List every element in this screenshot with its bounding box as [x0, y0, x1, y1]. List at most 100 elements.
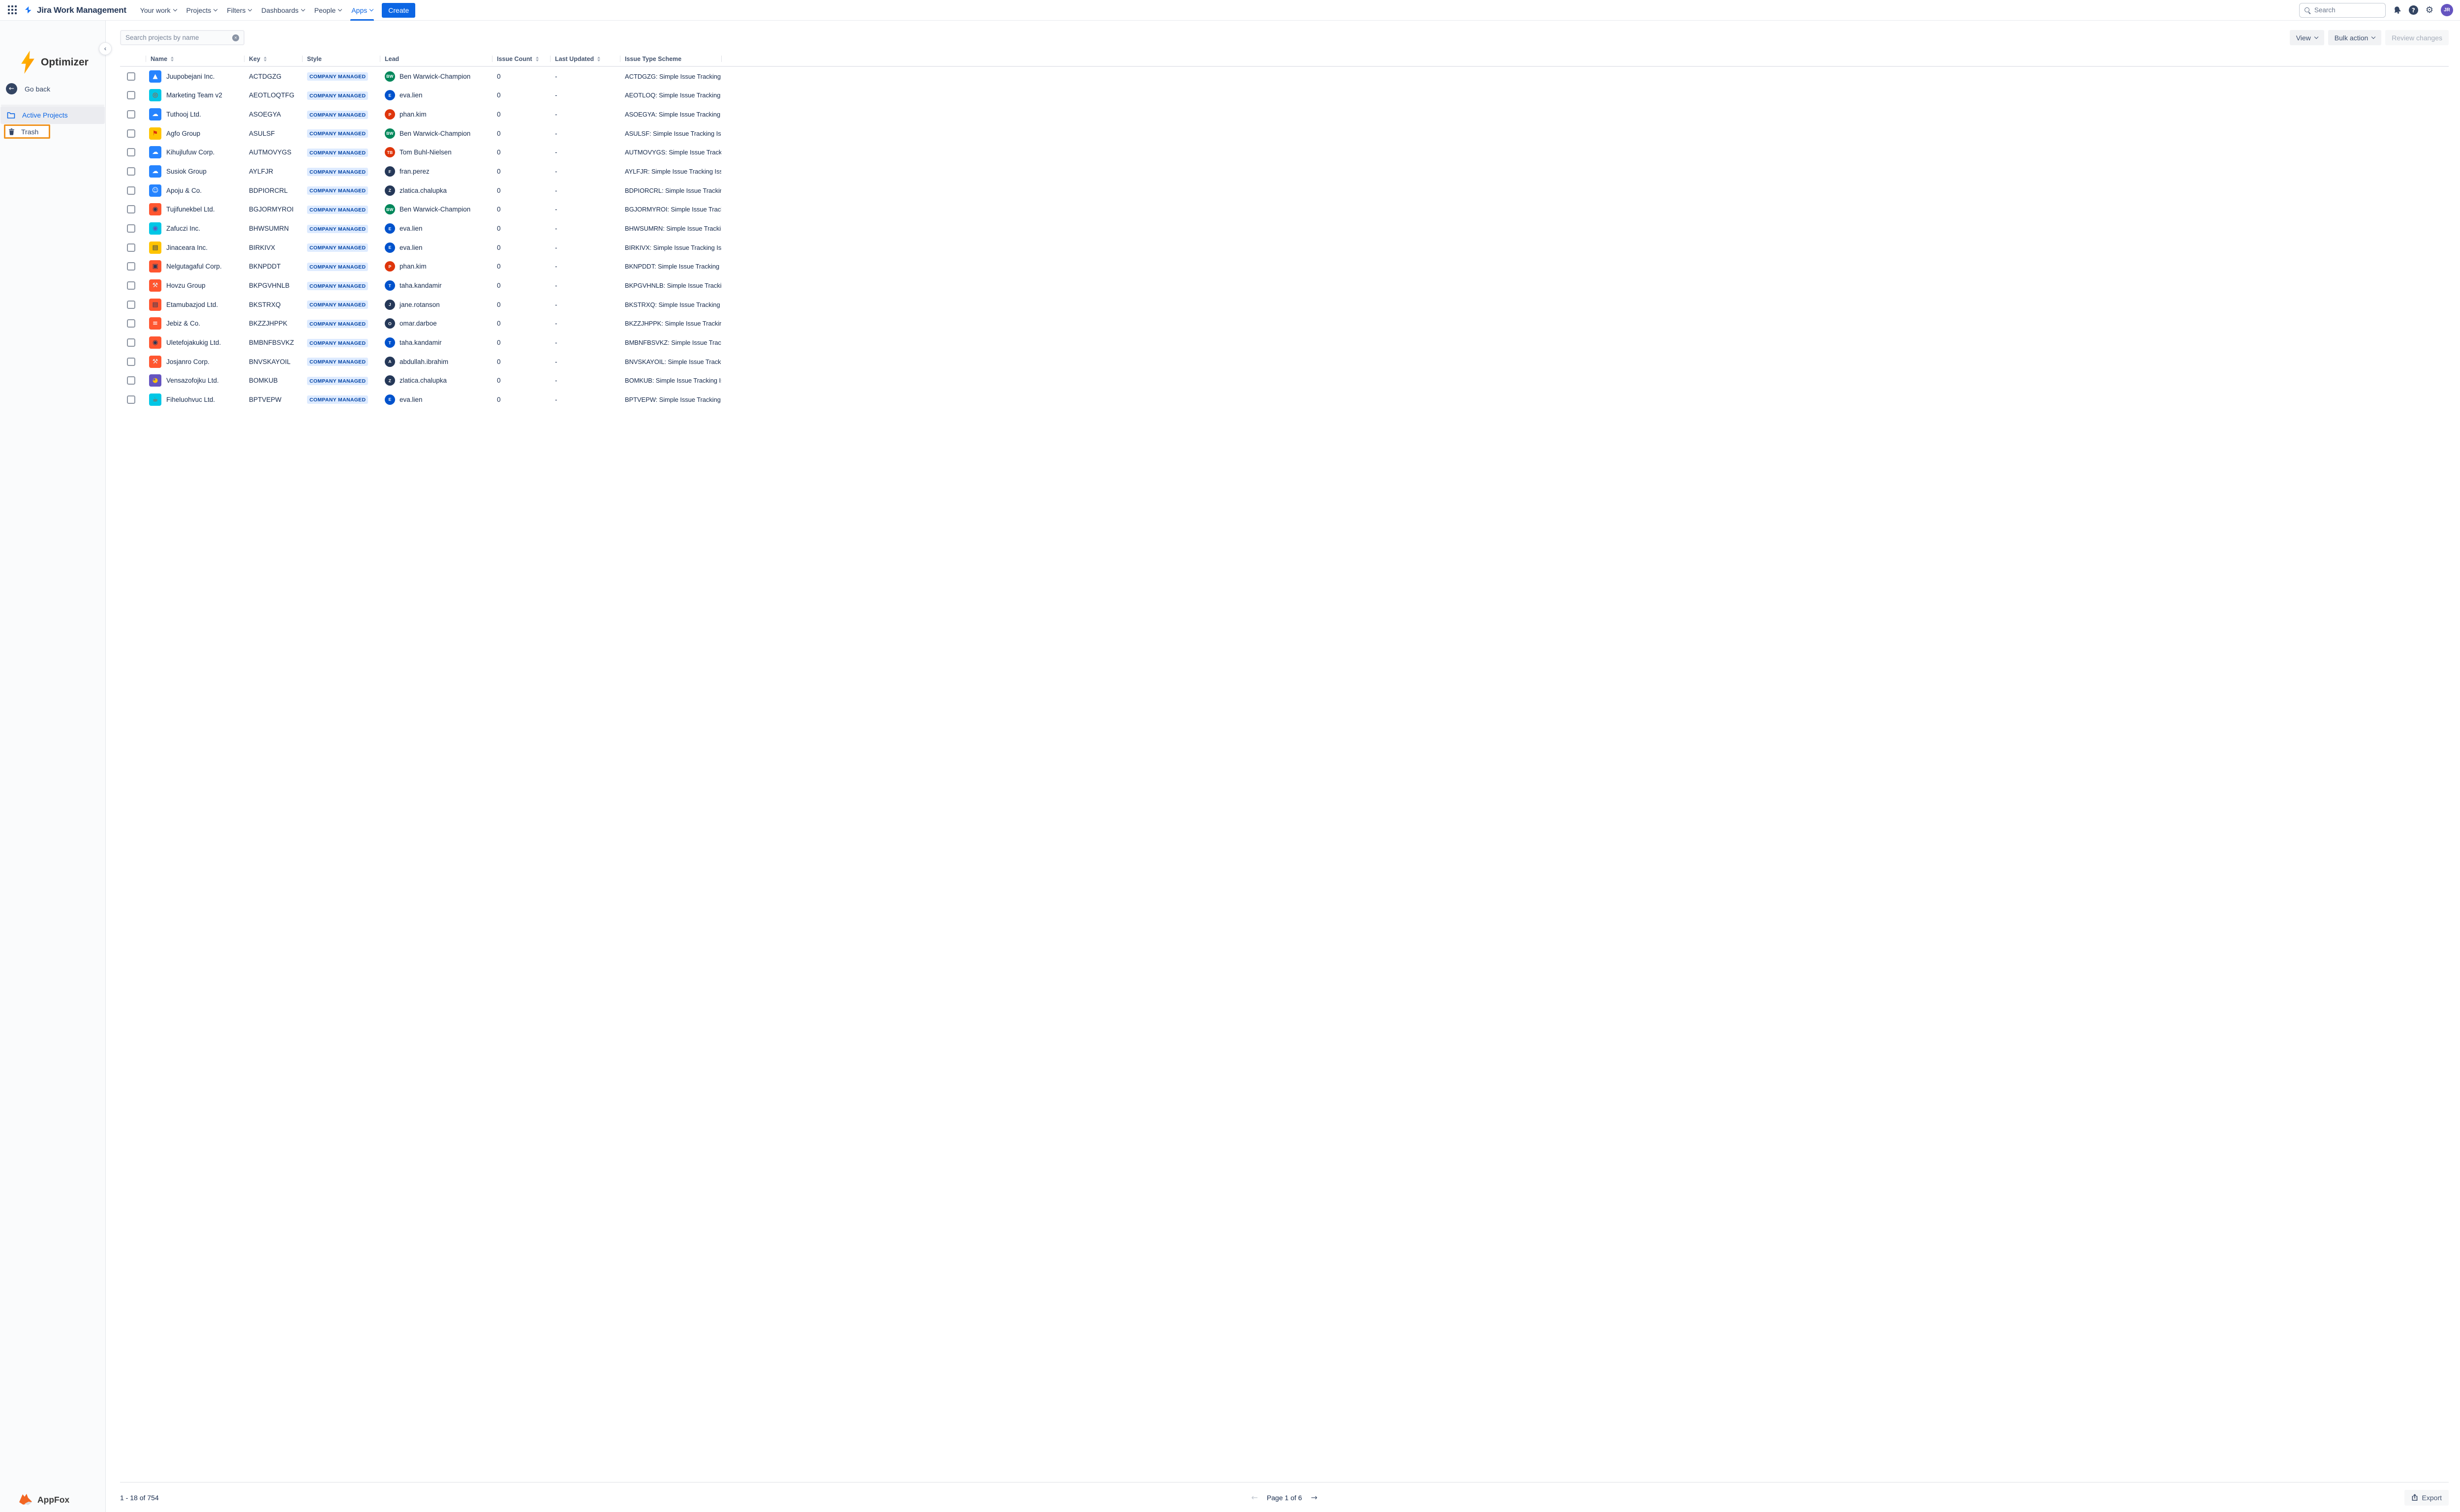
project-name[interactable]: Apoju & Co.	[166, 187, 202, 194]
nav-apps[interactable]: Apps	[346, 0, 378, 21]
row-checkbox[interactable]	[127, 224, 135, 233]
bulk-action-dropdown-button[interactable]: Bulk action	[2328, 30, 2381, 45]
project-name[interactable]: Jebiz & Co.	[166, 320, 200, 327]
project-name[interactable]: Marketing Team v2	[166, 91, 222, 99]
column-header-style: Style	[302, 52, 380, 66]
project-search-box[interactable]: ×	[120, 30, 245, 45]
project-search-input[interactable]	[125, 34, 232, 41]
project-name[interactable]: Agfo Group	[166, 130, 200, 137]
previous-page-arrow-icon[interactable]: ←	[1251, 1493, 1258, 1502]
export-button[interactable]: Export	[2404, 1490, 2449, 1506]
column-header-name[interactable]: Name	[146, 52, 244, 66]
row-checkbox[interactable]	[127, 167, 135, 176]
notifications-bell-icon[interactable]	[2392, 5, 2402, 15]
project-key: BOMKUB	[244, 377, 302, 384]
review-changes-button[interactable]: Review changes	[2385, 30, 2449, 45]
project-key: BKZZJHPPK	[244, 320, 302, 327]
nav-your-work[interactable]: Your work	[135, 0, 182, 21]
project-name[interactable]: Susiok Group	[166, 168, 207, 175]
row-checkbox[interactable]	[127, 72, 135, 81]
help-icon[interactable]: ?	[2409, 5, 2418, 15]
issue-type-scheme: ASULSF: Simple Issue Tracking Iss...	[620, 130, 721, 137]
chevron-down-icon	[173, 7, 177, 11]
project-name[interactable]: Etamubazjod Ltd.	[166, 301, 218, 308]
row-checkbox[interactable]	[127, 243, 135, 252]
table-row: ≡ Jebiz & Co. BKZZJHPPK COMPANY MANAGED …	[120, 314, 2449, 333]
sidebar-item-trash[interactable]: Trash	[4, 124, 50, 139]
project-name[interactable]: Tujifunekbel Ltd.	[166, 206, 215, 213]
project-icon-sliders: ≡	[149, 317, 161, 330]
project-name[interactable]: Zafuczi Inc.	[166, 225, 200, 232]
next-page-arrow-icon[interactable]: →	[1311, 1493, 1317, 1502]
style-badge: COMPANY MANAGED	[307, 225, 368, 233]
appfox-brand-name: AppFox	[37, 1495, 69, 1505]
jira-brand[interactable]: Jira Work Management	[24, 5, 126, 15]
row-checkbox[interactable]	[127, 281, 135, 290]
column-header-issue-count[interactable]: Issue Count	[492, 52, 550, 66]
project-name[interactable]: Kihujlufuw Corp.	[166, 149, 215, 156]
table-row: ☁ Kihujlufuw Corp. AUTMOVYGS COMPANY MAN…	[120, 143, 2449, 162]
project-name[interactable]: Uletefojakukig Ltd.	[166, 339, 221, 346]
view-dropdown-button[interactable]: View	[2290, 30, 2324, 45]
row-checkbox[interactable]	[127, 319, 135, 328]
project-name[interactable]: Tuthooj Ltd.	[166, 111, 201, 118]
nav-people[interactable]: People	[309, 0, 347, 21]
issue-count: 0	[492, 111, 550, 118]
project-name[interactable]: Jinaceara Inc.	[166, 244, 208, 251]
chevron-down-icon	[301, 7, 305, 11]
table-body: ▲ Juupobejani Inc. ACTDGZG COMPANY MANAG…	[120, 67, 2449, 409]
project-name[interactable]: Juupobejani Inc.	[166, 73, 215, 80]
nav-dashboards[interactable]: Dashboards	[256, 0, 309, 21]
sidebar-item-active-projects[interactable]: Active Projects	[0, 106, 105, 124]
project-icon-wrench: ⚒	[149, 279, 161, 292]
lead-avatar: BW	[385, 128, 395, 139]
lead-avatar: T	[385, 337, 395, 348]
gear-icon[interactable]: ⚙	[2426, 6, 2433, 15]
row-checkbox[interactable]	[127, 148, 135, 156]
project-key: ASULSF	[244, 130, 302, 137]
lead-name: Ben Warwick-Champion	[400, 206, 470, 213]
user-avatar[interactable]: JR	[2441, 4, 2453, 16]
create-button[interactable]: Create	[382, 3, 415, 18]
last-updated: -	[550, 91, 620, 99]
table-row: ◕ Vensazofojku Ltd. BOMKUB COMPANY MANAG…	[120, 371, 2449, 391]
row-checkbox[interactable]	[127, 91, 135, 99]
app-switcher-icon[interactable]	[5, 3, 20, 18]
row-checkbox[interactable]	[127, 186, 135, 195]
project-name[interactable]: Hovzu Group	[166, 282, 206, 289]
last-updated: -	[550, 396, 620, 403]
column-header-last-updated[interactable]: Last Updated	[550, 52, 620, 66]
row-checkbox[interactable]	[127, 262, 135, 271]
nav-filters[interactable]: Filters	[222, 0, 256, 21]
project-name[interactable]: Nelgutagaful Corp.	[166, 263, 222, 270]
style-badge: COMPANY MANAGED	[307, 186, 368, 195]
global-search-box[interactable]	[2299, 3, 2386, 18]
project-name[interactable]: Vensazofojku Ltd.	[166, 377, 219, 384]
go-back-button[interactable]: ← Go back	[6, 83, 50, 94]
row-checkbox[interactable]	[127, 301, 135, 309]
row-checkbox[interactable]	[127, 338, 135, 347]
global-search-input[interactable]	[2314, 6, 2381, 14]
lead-name: jane.rotanson	[400, 301, 440, 308]
sidebar-collapse-button[interactable]: ‹	[99, 42, 112, 55]
clear-search-icon[interactable]: ×	[232, 34, 239, 41]
row-checkbox[interactable]	[127, 358, 135, 366]
table-row: ⚑ Agfo Group ASULSF COMPANY MANAGED BW B…	[120, 124, 2449, 143]
row-checkbox[interactable]	[127, 395, 135, 404]
style-badge: COMPANY MANAGED	[307, 168, 368, 176]
nav-projects[interactable]: Projects	[182, 0, 222, 21]
project-name[interactable]: Fiheluohvuc Ltd.	[166, 396, 215, 403]
export-icon	[2411, 1494, 2418, 1501]
chevron-down-icon	[338, 7, 342, 11]
project-icon-mountain-landscape: ▲	[149, 70, 161, 83]
row-checkbox[interactable]	[127, 205, 135, 213]
row-checkbox[interactable]	[127, 110, 135, 119]
style-badge: COMPANY MANAGED	[307, 91, 368, 100]
project-icon-vinyl-record: ◉	[149, 336, 161, 349]
row-checkbox[interactable]	[127, 129, 135, 138]
column-header-key[interactable]: Key	[244, 52, 302, 66]
project-name[interactable]: Josjanro Corp.	[166, 358, 210, 365]
project-key: ACTDGZG	[244, 73, 302, 80]
table-row: ▤ Jinaceara Inc. BIRKIVX COMPANY MANAGED…	[120, 238, 2449, 257]
row-checkbox[interactable]	[127, 376, 135, 385]
